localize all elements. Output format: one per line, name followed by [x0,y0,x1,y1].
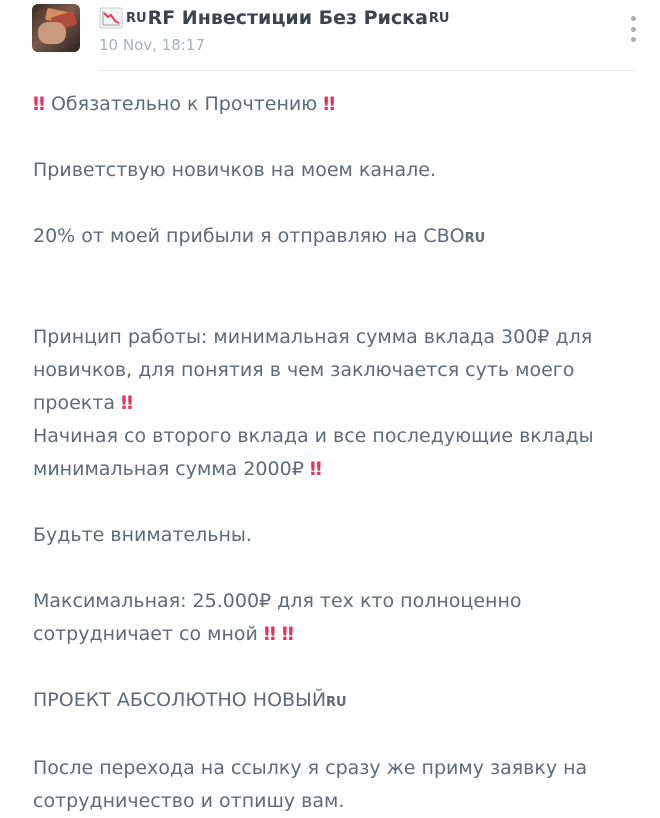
message-line: Будьте внимательны. [33,524,252,546]
message-text: 20% от моей прибыли я отправляю на СВО [33,225,465,247]
message-line: ‼ Обязательно к Прочтению ‼ [33,88,633,121]
channel-name: RF Инвестиции Без Риска [147,7,428,29]
double-exclamation-icon: ‼ [323,93,335,115]
message-line: 20% от моей прибыли я отправляю на СВОRU [33,220,633,255]
message-line: сотрудничество и отпишу вам. [33,790,345,812]
channel-avatar[interactable] [32,4,80,52]
message-line: Начиная со второго вклада и все последую… [33,425,594,447]
channel-title[interactable]: RU RF Инвестиции Без Риска RU [99,6,450,30]
double-exclamation-icon: ‼ [281,623,294,645]
message-line: сотрудничает со мной ‼ ‼ [33,618,633,651]
message-line: новичков, для понятия в чем заключается … [33,359,575,381]
message-line: Принцип работы: минимальная сумма вклада… [33,326,593,348]
ru-flag-label: RU [326,695,347,710]
chart-decreasing-icon [99,7,123,29]
message-line: Максимальная: 25.000₽ для тех кто полноц… [33,590,522,612]
more-vertical-icon[interactable] [624,16,642,42]
ru-flag-label: RU [428,10,450,26]
message-text: Обязательно к Прочтению [50,93,318,115]
message-text: проекта [33,392,115,414]
message-line: проекта ‼ [33,387,633,420]
message-line: После перехода на ссылку я сразу же прим… [33,757,588,779]
ru-flag-label: RU [464,231,486,246]
message-line: ПРОЕКТ АБСОЛЮТНО НОВЫЙRU [33,684,633,719]
double-exclamation-icon: ‼ [33,93,45,115]
message-line: минимальная сумма 2000₽ ‼ [33,453,633,486]
message-text: ПРОЕКТ АБСОЛЮТНО НОВЫЙ [33,689,327,711]
post-header: RU RF Инвестиции Без Риска RU 10 Nov, 18… [0,0,660,70]
double-exclamation-icon: ‼ [309,458,322,480]
post-date: 10 Nov, 18:17 [99,36,205,54]
message-text: минимальная сумма 2000₽ [33,458,304,480]
message-text: сотрудничает со мной [33,623,258,645]
message-body: ‼ Обязательно к Прочтению ‼ Приветствую … [33,88,633,818]
ru-flag-label: RU [126,10,147,26]
double-exclamation-icon: ‼ [121,392,133,414]
divider [99,70,636,71]
message-line: Приветствую новичков на моем канале. [33,159,436,181]
double-exclamation-icon: ‼ [263,623,276,645]
